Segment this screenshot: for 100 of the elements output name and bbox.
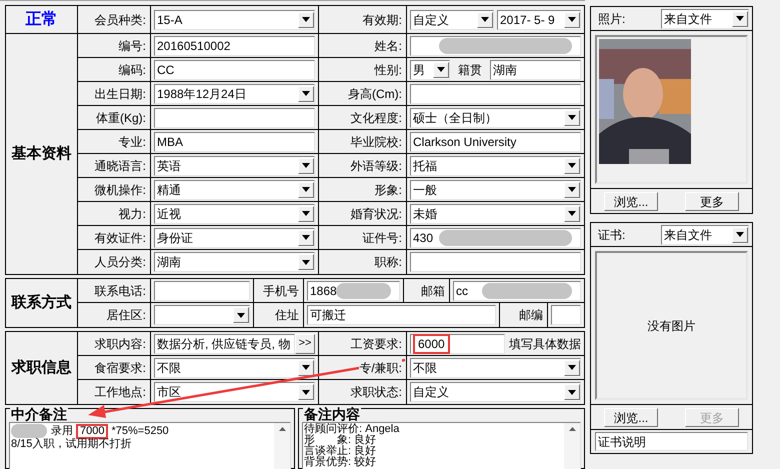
field-label: 求职内容: <box>94 334 146 352</box>
dropdown-button[interactable] <box>564 158 580 174</box>
caret-icon <box>481 17 489 22</box>
dropdown[interactable]: 未婚 <box>410 204 581 224</box>
field-label: 照片: <box>597 10 626 28</box>
dropdown[interactable]: 英语 <box>154 156 315 176</box>
scroll-up-icon <box>278 427 286 431</box>
notes-area[interactable]: 待顾问评价: Angela 形 象: 良好 言谈举止: 良好 背景优势: 较好 <box>302 422 581 469</box>
text-field[interactable] <box>551 305 581 325</box>
caret-icon <box>302 260 310 264</box>
button[interactable]: 浏览... <box>604 192 658 210</box>
field-label: 籍贯 <box>458 62 482 78</box>
dropdown-button[interactable] <box>298 182 314 198</box>
note-text: 录用 <box>51 426 73 437</box>
text-field[interactable] <box>154 108 315 128</box>
expand-button[interactable]: >> <box>295 334 315 354</box>
caret-icon <box>302 17 310 22</box>
text-field[interactable] <box>154 280 250 300</box>
scrollbar[interactable] <box>274 423 290 469</box>
dropdown-button[interactable] <box>732 10 748 26</box>
dropdown[interactable]: 湖南 <box>154 252 315 272</box>
dropdown[interactable]: 不限 <box>154 358 315 378</box>
dropdown[interactable]: 精通 <box>154 180 315 200</box>
field-label: 求职状态: <box>350 383 402 401</box>
field-label: 职称: <box>374 253 402 271</box>
dropdown[interactable]: 男 <box>410 60 450 80</box>
caret-icon <box>568 365 576 370</box>
scrollbar[interactable] <box>564 423 580 469</box>
text-field[interactable]: 证书说明 <box>595 432 748 451</box>
text-field[interactable] <box>410 252 581 272</box>
dropdown-button[interactable] <box>298 158 314 174</box>
dropdown[interactable]: 来自文件 <box>661 224 749 244</box>
caret-icon <box>302 91 310 96</box>
salary-field[interactable]: 6000 <box>410 334 505 354</box>
text-field[interactable]: cc <box>453 280 581 300</box>
button[interactable]: 更多 <box>684 192 739 210</box>
dropdown[interactable]: 1988年12月24日 <box>154 84 315 104</box>
section-title: 基本资料 <box>12 144 72 164</box>
dropdown[interactable]: 自定义 <box>410 10 494 30</box>
section-title: 联系方式 <box>12 292 72 313</box>
dropdown-button[interactable] <box>564 12 580 28</box>
dropdown-button[interactable] <box>298 254 314 270</box>
text-field[interactable]: 20160510002 <box>154 36 315 56</box>
dropdown[interactable]: 自定义 <box>410 382 581 402</box>
field-label: 邮编 <box>519 306 543 324</box>
dropdown-button[interactable] <box>298 12 314 28</box>
text-field[interactable] <box>410 84 581 104</box>
dropdown-button[interactable] <box>433 62 449 78</box>
caret-icon <box>302 187 310 192</box>
caret-icon <box>568 187 576 192</box>
dropdown[interactable]: 市区 <box>154 382 315 402</box>
scroll-up-icon <box>568 427 576 431</box>
dropdown-button[interactable] <box>477 12 493 28</box>
text-field[interactable]: 数据分析, 供应链专员, 物 <box>154 334 295 354</box>
dropdown[interactable]: 2017- 5- 9 <box>497 10 581 30</box>
dropdown[interactable]: 一般 <box>410 180 581 200</box>
caret-icon <box>302 211 310 216</box>
field-label: 住址 <box>275 306 299 324</box>
caret-icon <box>736 232 744 237</box>
dropdown-button[interactable] <box>298 230 314 246</box>
text-field[interactable]: Clarkson University <box>410 132 581 152</box>
field-label: 文化程度: <box>350 108 402 126</box>
note-text: 8/15入职，试用期不打折 <box>11 439 132 450</box>
dropdown[interactable]: 15-A <box>154 10 315 30</box>
button[interactable]: 浏览... <box>604 408 658 426</box>
dropdown-button[interactable] <box>298 206 314 222</box>
caret-icon <box>302 163 310 168</box>
dropdown[interactable]: 近视 <box>154 204 315 224</box>
dropdown[interactable]: 托福 <box>410 156 581 176</box>
dropdown-button[interactable] <box>564 182 580 198</box>
dropdown-button[interactable] <box>564 360 580 376</box>
note-text: 言谈举止: 良好 <box>304 446 376 457</box>
text-field[interactable] <box>410 36 581 56</box>
dropdown-button[interactable] <box>298 86 314 102</box>
dropdown[interactable]: 来自文件 <box>661 8 749 28</box>
note-text: 待顾问评价: Angela <box>304 424 400 435</box>
notes-area[interactable]: 录用 7000 *75%=5250 8/15入职，试用期不打折 <box>9 422 291 469</box>
text-field[interactable]: 湖南 <box>490 60 581 80</box>
dropdown-button[interactable] <box>564 110 580 126</box>
dropdown-button[interactable] <box>298 360 314 376</box>
dropdown[interactable]: 不限 <box>410 358 581 378</box>
dropdown-button[interactable] <box>298 384 314 400</box>
dropdown-button[interactable] <box>564 384 580 400</box>
text-field[interactable]: 430 <box>410 228 581 248</box>
dropdown-button[interactable] <box>732 226 748 242</box>
note-text: *75%=5250 <box>111 426 169 437</box>
dropdown[interactable]: 身份证 <box>154 228 315 248</box>
text-field[interactable]: CC <box>154 60 315 80</box>
dropdown[interactable]: 硕士（全日制） <box>410 108 581 128</box>
caret-icon <box>568 163 576 168</box>
text-field[interactable]: MBA <box>154 132 315 152</box>
caret-icon <box>568 211 576 216</box>
dropdown[interactable] <box>154 305 250 325</box>
caret-icon <box>568 17 576 22</box>
field-label: 通晓语言: <box>94 156 146 174</box>
text-field[interactable]: 可搬迁 <box>307 305 496 325</box>
caret-icon <box>302 390 310 394</box>
dropdown-button[interactable] <box>233 307 249 323</box>
dropdown-button[interactable] <box>564 206 580 222</box>
text-field[interactable]: 1868 <box>307 280 400 300</box>
